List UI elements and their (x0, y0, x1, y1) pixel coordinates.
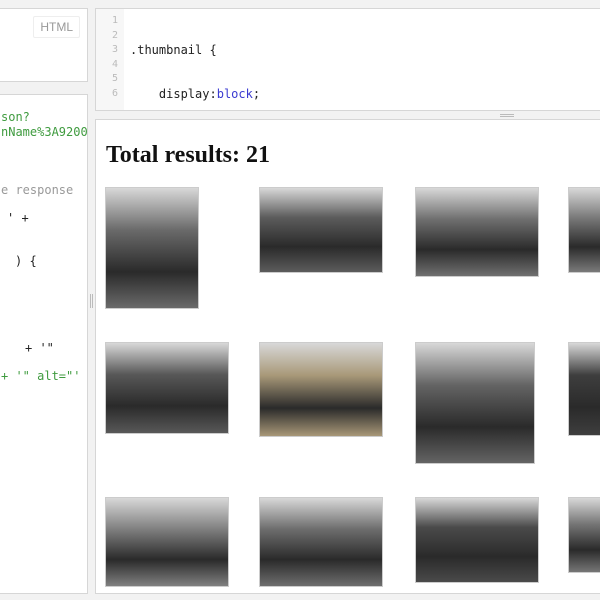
js-code-line: ) { (15, 254, 37, 268)
thumbnail-image[interactable] (259, 187, 383, 273)
photo-placeholder (416, 188, 538, 276)
results-heading: Total results: 21 (106, 142, 271, 168)
css-code-lines: .thumbnail { display:block; float:left; … (130, 14, 600, 110)
resize-grip-icon (90, 294, 93, 308)
photo-placeholder (260, 188, 382, 272)
line-number-gutter: 1 2 3 4 5 6 (96, 9, 124, 110)
line-number: 5 (111, 73, 118, 84)
js-code-line: e response (1, 183, 74, 197)
css-rule-line: display:block; (158, 86, 261, 101)
horizontal-resize-handle[interactable] (95, 111, 600, 119)
html-editor-panel[interactable]: HTML (0, 8, 88, 82)
line-number: 2 (111, 29, 118, 41)
photo-placeholder (569, 343, 600, 435)
thumbnail-image[interactable] (105, 497, 229, 587)
thumbnail-image[interactable] (415, 342, 535, 464)
js-code-line: nName%3A9200 (1, 125, 88, 139)
js-editor-panel[interactable]: son? nName%3A9200 e response ' + ) { + '" + '"… (0, 94, 88, 594)
js-code-line: + '" alt="' (1, 369, 81, 383)
photo-placeholder (416, 343, 534, 463)
css-selector-line: .thumbnail { (130, 43, 217, 57)
thumbnail-image[interactable] (415, 187, 539, 277)
thumbnail-image[interactable] (259, 342, 383, 437)
line-number: 4 (111, 58, 118, 70)
photo-placeholder (260, 343, 382, 436)
line-number: 1 (111, 15, 118, 26)
js-code-line: ' + (7, 211, 29, 225)
photo-placeholder (106, 498, 228, 586)
thumbnail-image[interactable] (105, 342, 229, 434)
html-lang-label: HTML (33, 16, 80, 38)
photo-placeholder (416, 498, 538, 582)
thumbnail-image[interactable] (568, 497, 600, 573)
js-code-line: son? (1, 110, 30, 124)
thumbnail-image[interactable] (568, 187, 600, 273)
line-number: 3 (111, 44, 118, 55)
thumbnail-image[interactable] (259, 497, 383, 587)
thumbnail-image[interactable] (415, 497, 539, 583)
result-preview-panel: Total results: 21 (95, 119, 600, 594)
thumbnail-image[interactable] (105, 187, 199, 309)
photo-placeholder (260, 498, 382, 586)
photo-placeholder (106, 188, 198, 308)
css-editor-panel[interactable]: 1 2 3 4 5 6 .thumbnail { display:block; float… (95, 8, 600, 111)
photo-placeholder (569, 498, 600, 572)
photo-placeholder (106, 343, 228, 433)
photo-placeholder (569, 188, 600, 272)
resize-grip-icon (500, 114, 514, 117)
thumbnail-image[interactable] (568, 342, 600, 436)
line-number: 6 (111, 87, 118, 99)
vertical-resize-handle[interactable] (88, 0, 95, 600)
js-code-line: + '" (25, 341, 54, 355)
